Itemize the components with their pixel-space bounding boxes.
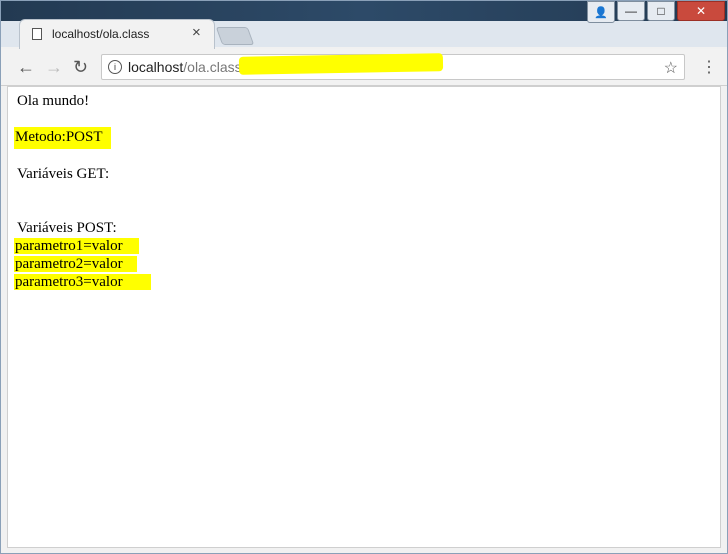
- info-icon[interactable]: i: [108, 60, 122, 74]
- param-line: parametro3=valor: [14, 274, 151, 291]
- reload-icon[interactable]: ↻: [73, 57, 88, 78]
- param-value: parametro2=valor: [14, 256, 137, 272]
- back-arrow-icon[interactable]: ←: [17, 57, 35, 78]
- param-value: parametro1=valor: [14, 238, 139, 254]
- close-window-button[interactable]: ✕: [677, 1, 725, 21]
- bookmark-star-icon[interactable]: ☆: [664, 58, 678, 78]
- get-heading: Variáveis GET:: [17, 166, 110, 182]
- tab-active[interactable]: localhost/ola.class ×: [19, 19, 215, 49]
- param-line: parametro1=valor: [14, 238, 139, 255]
- forward-arrow-icon[interactable]: →: [45, 57, 63, 78]
- param-value: parametro3=valor: [14, 274, 151, 290]
- window-controls: — □ ✕: [617, 1, 725, 21]
- browser-window: localhost/ola.class × 👤 — □ ✕ ← → ↻ i lo…: [0, 0, 728, 554]
- title-bar: localhost/ola.class × 👤 — □ ✕: [1, 1, 727, 49]
- greeting-text: Ola mundo!: [17, 93, 90, 109]
- url-host: localhost: [128, 59, 184, 75]
- menu-icon[interactable]: ⋮: [701, 57, 717, 77]
- page-viewport: Ola mundo! Metodo:POST Variáveis GET: Va…: [7, 86, 721, 548]
- profile-icon[interactable]: 👤: [587, 1, 615, 23]
- tab-title: localhost/ola.class: [52, 27, 150, 41]
- close-tab-icon[interactable]: ×: [192, 24, 201, 41]
- minimize-button[interactable]: —: [617, 1, 645, 21]
- new-tab-button[interactable]: [215, 27, 255, 45]
- url-text: localhost/ola.class: [128, 59, 242, 75]
- post-heading: Variáveis POST:: [17, 220, 117, 236]
- redaction-scribble: [238, 53, 444, 75]
- method-text: Metodo:POST: [14, 127, 111, 149]
- url-path: /ola.class: [183, 59, 242, 75]
- param-line: parametro2=valor: [14, 256, 137, 273]
- page-icon: [32, 28, 42, 40]
- browser-toolbar: ← → ↻ i localhost/ola.class ☆ ⋮: [1, 49, 727, 86]
- method-value: Metodo:POST: [14, 127, 111, 149]
- maximize-button[interactable]: □: [647, 1, 675, 21]
